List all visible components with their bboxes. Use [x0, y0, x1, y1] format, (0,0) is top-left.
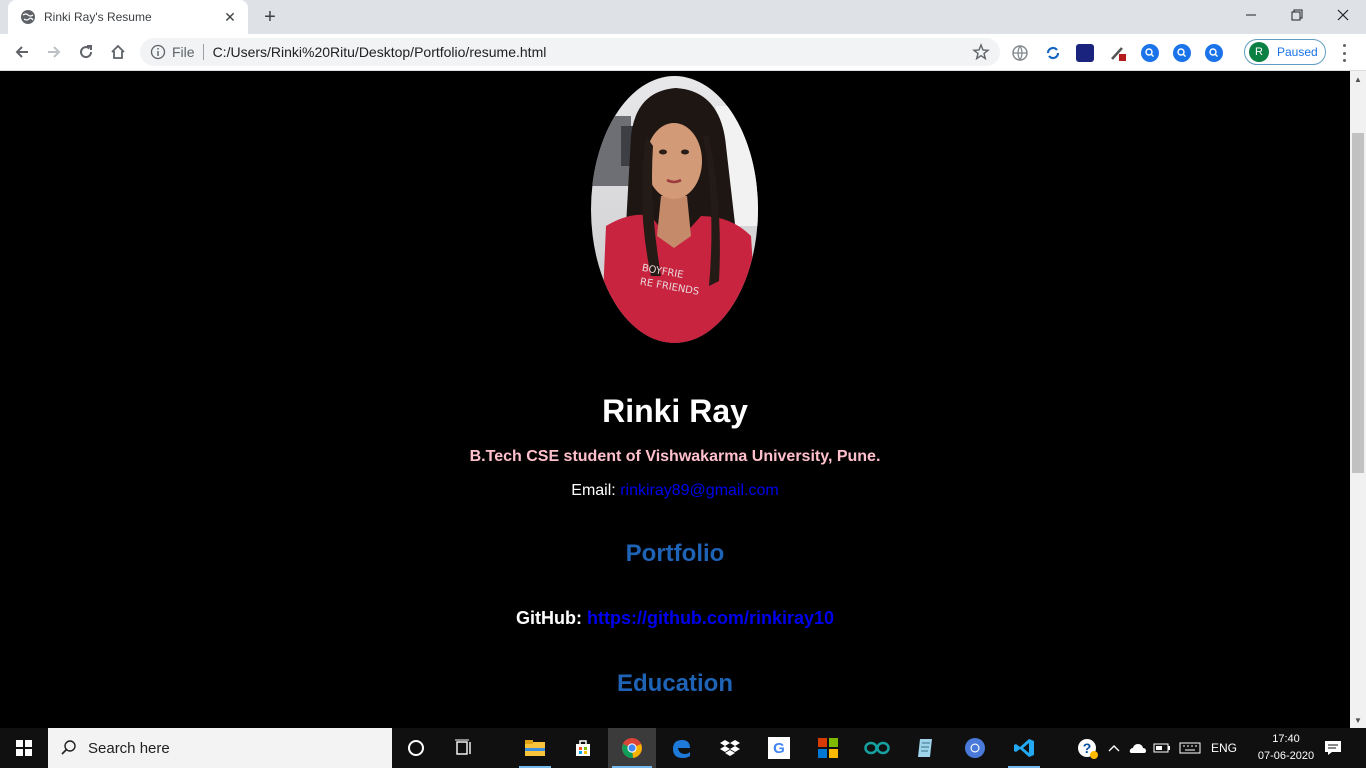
tab-close-button[interactable]: ✕	[222, 9, 238, 25]
home-button[interactable]	[104, 38, 132, 66]
search-placeholder: Search here	[88, 739, 170, 757]
sync-icon[interactable]	[1044, 44, 1062, 62]
new-tab-button[interactable]: +	[258, 5, 282, 29]
omnibox-divider	[202, 44, 204, 60]
home-icon	[111, 44, 125, 59]
vertical-scrollbar[interactable]: ▲ ▼	[1350, 71, 1366, 728]
forward-button[interactable]	[40, 38, 68, 66]
portfolio-heading: Portfolio	[625, 540, 725, 567]
scroll-down-icon[interactable]: ▼	[1350, 712, 1366, 728]
keyboard-icon[interactable]	[1176, 728, 1204, 768]
page-viewport: BOYFRIE RE FRIENDS Rinki Ray B.Tech CSE …	[0, 71, 1350, 728]
minimize-button[interactable]	[1228, 0, 1274, 30]
avatar: R	[1249, 42, 1269, 62]
page-title: Rinki Ray	[602, 393, 748, 429]
chrome-icon[interactable]	[608, 728, 656, 768]
minimize-icon	[1246, 14, 1256, 16]
email-line: Email: rinkiray89@gmail.com	[0, 482, 1350, 500]
edge-icon[interactable]	[657, 728, 705, 768]
clock-date: 07-06-2020	[1257, 750, 1315, 762]
close-icon	[1337, 9, 1349, 21]
task-view-icon[interactable]	[440, 728, 488, 768]
url-text[interactable]: C:/Users/Rinki%20Ritu/Desktop/Portfolio/…	[213, 44, 972, 60]
restore-icon	[1291, 9, 1303, 21]
search-extension-icon[interactable]	[1173, 44, 1191, 62]
menu-icon[interactable]	[1336, 44, 1352, 62]
onedrive-icon[interactable]	[1127, 728, 1149, 768]
scroll-up-icon[interactable]: ▲	[1350, 71, 1366, 87]
github-line: GitHub: https://github.com/rinkiray10	[0, 608, 1350, 629]
svg-text:?: ?	[1083, 740, 1092, 756]
reload-icon	[80, 45, 93, 59]
taskbar: Search here G ? ENG 17:40 07-06-2020	[0, 728, 1366, 768]
store-icon[interactable]	[559, 728, 607, 768]
svg-text:G: G	[773, 740, 785, 757]
scrollbar-thumb[interactable]	[1352, 133, 1364, 473]
search-extension-icon[interactable]	[1205, 44, 1223, 62]
tab-resume[interactable]: Rinki Ray's Resume ✕	[8, 0, 248, 34]
subtitle: B.Tech CSE student of Vishwakarma Univer…	[469, 448, 881, 465]
chromium-icon[interactable]	[951, 728, 999, 768]
reload-button[interactable]	[72, 38, 100, 66]
tab-strip: Rinki Ray's Resume ✕ +	[0, 0, 1366, 34]
education-heading: Education	[616, 670, 733, 697]
extension-pen-icon[interactable]	[1109, 44, 1127, 62]
github-label: GitHub:	[515, 608, 582, 628]
office-icon[interactable]	[804, 728, 852, 768]
arduino-icon[interactable]	[853, 728, 901, 768]
profile-status: Paused	[1277, 45, 1318, 59]
start-button[interactable]	[0, 728, 48, 768]
email-link[interactable]: rinkiray89@gmail.com	[620, 482, 779, 499]
info-icon[interactable]	[150, 44, 166, 60]
notepad-icon[interactable]	[902, 728, 950, 768]
help-icon[interactable]: ?	[1072, 728, 1102, 768]
profile-photo: BOYFRIE RE FRIENDS	[591, 76, 758, 343]
profile-button[interactable]: R Paused	[1244, 39, 1326, 65]
windows-icon	[16, 740, 32, 756]
google-icon[interactable]: G	[755, 728, 803, 768]
github-link[interactable]: https://github.com/rinkiray10	[587, 608, 834, 628]
chevron-up-icon[interactable]	[1104, 728, 1124, 768]
arrow-left-icon	[15, 46, 28, 58]
clock[interactable]: 17:40 07-06-2020	[1250, 731, 1322, 765]
search-extension-icon[interactable]	[1141, 44, 1159, 62]
close-window-button[interactable]	[1320, 0, 1366, 30]
arrow-right-icon	[48, 46, 61, 58]
clock-time: 17:40	[1272, 733, 1300, 745]
cortana-icon[interactable]	[392, 728, 440, 768]
tab-title: Rinki Ray's Resume	[44, 10, 152, 24]
address-bar[interactable]: File C:/Users/Rinki%20Ritu/Desktop/Portf…	[140, 38, 1000, 66]
vscode-icon[interactable]	[1000, 728, 1048, 768]
back-button[interactable]	[8, 38, 36, 66]
search-icon	[61, 740, 76, 755]
email-label: Email:	[571, 482, 616, 499]
browser-toolbar: File C:/Users/Rinki%20Ritu/Desktop/Portf…	[0, 34, 1366, 71]
notifications-icon[interactable]	[1318, 728, 1348, 768]
file-explorer-icon[interactable]	[511, 728, 559, 768]
taskbar-search[interactable]: Search here	[48, 728, 392, 768]
scheme-label: File	[172, 44, 195, 60]
globe-icon	[21, 10, 35, 24]
star-icon[interactable]	[972, 43, 990, 61]
battery-icon[interactable]	[1151, 728, 1173, 768]
restore-button[interactable]	[1274, 0, 1320, 30]
language-indicator[interactable]: ENG	[1206, 728, 1242, 768]
extension-dark-icon[interactable]	[1076, 44, 1094, 62]
globe-icon[interactable]	[1011, 44, 1029, 62]
dropbox-icon[interactable]	[706, 728, 754, 768]
